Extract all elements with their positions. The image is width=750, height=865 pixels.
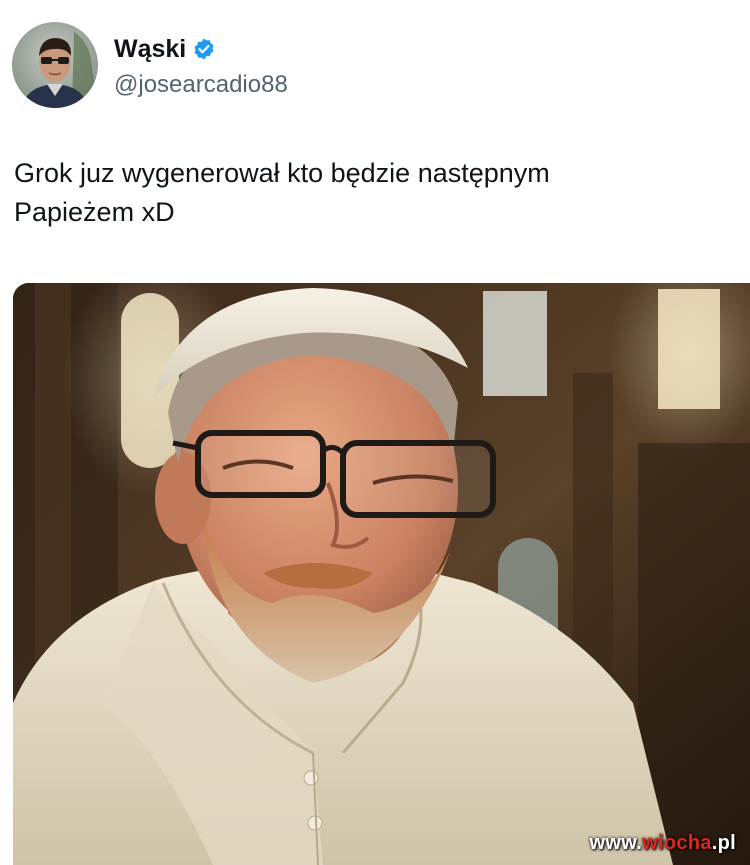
watermark-suffix: .pl bbox=[711, 832, 736, 854]
display-name[interactable]: Wąski bbox=[114, 35, 186, 64]
author-handle[interactable]: @josearcadio88 bbox=[114, 71, 288, 99]
author-names: Wąski @josearcadio88 bbox=[114, 31, 288, 99]
generated-pope-image bbox=[13, 283, 750, 865]
site-watermark: www.wiocha.pl bbox=[589, 832, 736, 855]
avatar[interactable] bbox=[12, 22, 98, 108]
verified-badge-icon bbox=[192, 37, 216, 61]
watermark-brand: wiocha bbox=[642, 832, 712, 854]
tweet-text-line-2: Papieżem xD bbox=[14, 197, 175, 227]
tweet-text-line-1: Grok juz wygenerował kto będzie następny… bbox=[14, 158, 550, 188]
tweet-text: Grok juz wygenerował kto będzie następny… bbox=[14, 154, 714, 232]
watermark-prefix: www. bbox=[589, 832, 643, 854]
avatar-image bbox=[12, 22, 98, 108]
tweet-media-image[interactable]: www.wiocha.pl bbox=[13, 283, 750, 865]
tweet-header: Wąski @josearcadio88 bbox=[12, 22, 288, 108]
tweet-card: Wąski @josearcadio88 Grok juz wygenerowa… bbox=[0, 0, 750, 865]
display-name-row: Wąski bbox=[114, 31, 288, 67]
